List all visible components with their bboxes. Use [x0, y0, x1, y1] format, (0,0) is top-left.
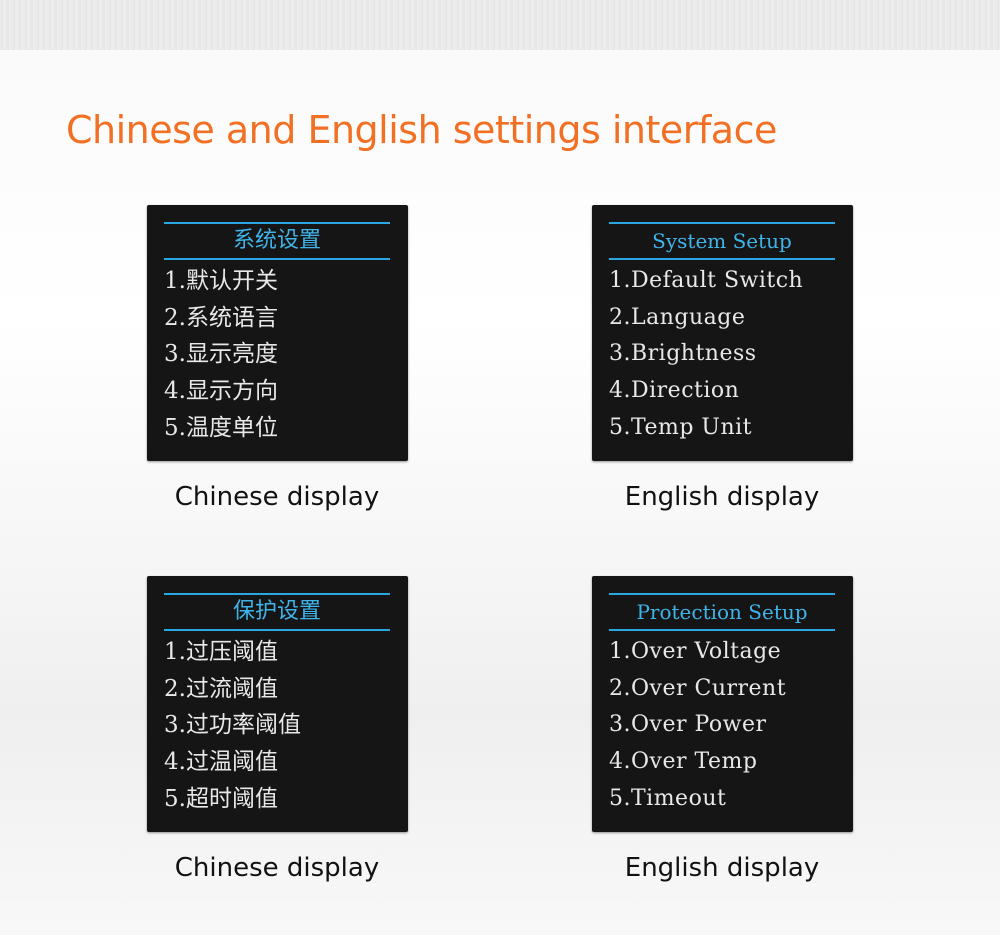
- menu-item[interactable]: 2.过流阈值: [164, 671, 400, 708]
- screen-protection-setup-english: Protection Setup 1.Over Voltage 2.Over C…: [592, 576, 853, 832]
- menu-item[interactable]: 2.Language: [609, 300, 845, 337]
- menu-item[interactable]: 1.Over Voltage: [609, 634, 845, 671]
- screen-system-setup-chinese: 系统设置 1.默认开关 2.系统语言 3.显示亮度 4.显示方向 5.温度单位: [147, 205, 408, 461]
- menu-item[interactable]: 4.过温阈值: [164, 744, 400, 781]
- screen-header: System Setup: [609, 222, 835, 260]
- menu-item[interactable]: 2.Over Current: [609, 671, 845, 708]
- menu-list: 1.默认开关 2.系统语言 3.显示亮度 4.显示方向 5.温度单位: [164, 263, 400, 446]
- menu-item[interactable]: 3.Over Power: [609, 707, 845, 744]
- menu-item[interactable]: 1.过压阈值: [164, 634, 400, 671]
- menu-item[interactable]: 1.Default Switch: [609, 263, 845, 300]
- menu-list: 1.Over Voltage 2.Over Current 3.Over Pow…: [609, 634, 845, 817]
- caption-english-display: English display: [624, 482, 820, 512]
- menu-item[interactable]: 4.显示方向: [164, 373, 400, 410]
- menu-item[interactable]: 4.Over Temp: [609, 744, 845, 781]
- menu-item[interactable]: 4.Direction: [609, 373, 845, 410]
- screen-protection-setup-chinese: 保护设置 1.过压阈值 2.过流阈值 3.过功率阈值 4.过温阈值 5.超时阈值: [147, 576, 408, 832]
- menu-item[interactable]: 5.Timeout: [609, 781, 845, 818]
- menu-item[interactable]: 2.系统语言: [164, 300, 400, 337]
- screen-header: 系统设置: [164, 222, 390, 260]
- menu-list: 1.过压阈值 2.过流阈值 3.过功率阈值 4.过温阈值 5.超时阈值: [164, 634, 400, 817]
- caption-chinese-display: Chinese display: [174, 853, 380, 883]
- top-texture-band: [0, 0, 1000, 50]
- menu-item[interactable]: 5.温度单位: [164, 410, 400, 447]
- screen-header: Protection Setup: [609, 593, 835, 631]
- menu-item[interactable]: 5.超时阈值: [164, 781, 400, 818]
- menu-list: 1.Default Switch 2.Language 3.Brightness…: [609, 263, 845, 446]
- screen-system-setup-english: System Setup 1.Default Switch 2.Language…: [592, 205, 853, 461]
- caption-chinese-display: Chinese display: [174, 482, 380, 512]
- menu-item[interactable]: 3.过功率阈值: [164, 707, 400, 744]
- menu-item[interactable]: 3.Brightness: [609, 336, 845, 373]
- menu-item[interactable]: 5.Temp Unit: [609, 410, 845, 447]
- menu-item[interactable]: 3.显示亮度: [164, 336, 400, 373]
- screen-header: 保护设置: [164, 593, 390, 631]
- caption-english-display: English display: [624, 853, 820, 883]
- menu-item[interactable]: 1.默认开关: [164, 263, 400, 300]
- page-title: Chinese and English settings interface: [66, 108, 777, 152]
